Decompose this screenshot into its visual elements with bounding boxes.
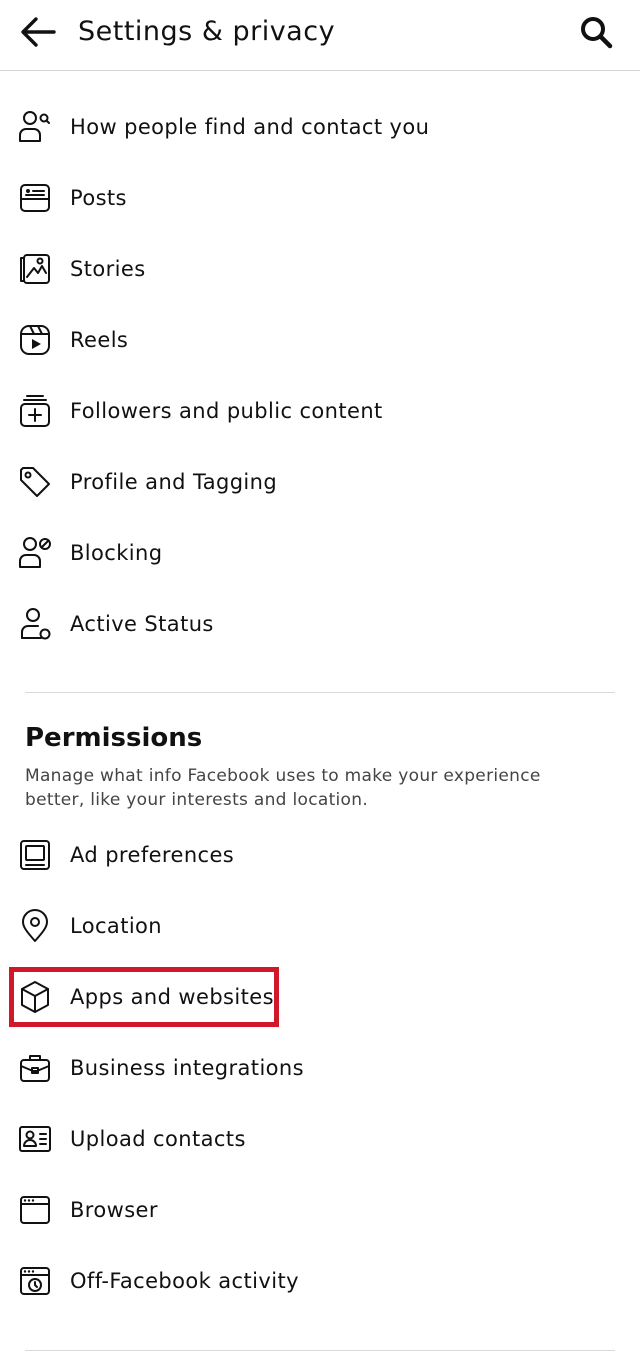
menu-item-label: Location (70, 914, 163, 938)
menu-item-label: Stories (70, 257, 146, 281)
section-title-permissions: Permissions (25, 723, 203, 753)
menu-item-how-people-find[interactable]: How people find and contact you (0, 97, 640, 157)
search-button[interactable] (576, 12, 616, 52)
tag-icon (20, 467, 50, 497)
briefcase-icon (20, 1055, 50, 1082)
menu-item-stories[interactable]: Stories (0, 239, 640, 299)
top-bar: Settings & privacy (0, 0, 640, 71)
active-status-icon (21, 608, 51, 640)
history-browser-icon (20, 1267, 50, 1295)
menu-item-posts[interactable]: Posts (0, 168, 640, 228)
stories-icon (20, 254, 50, 284)
menu-item-active-status[interactable]: Active Status (0, 594, 640, 654)
menu-item-label: Upload contacts (70, 1127, 246, 1151)
contact-icon (19, 111, 50, 142)
page-title: Settings & privacy (78, 16, 336, 47)
reels-icon (20, 325, 50, 355)
menu-item-label: Apps and websites (70, 985, 274, 1009)
menu-item-browser[interactable]: Browser (0, 1180, 640, 1240)
back-arrow-icon (21, 17, 56, 47)
blocking-icon (19, 537, 51, 568)
back-button[interactable] (18, 14, 58, 50)
section-divider (25, 1350, 615, 1351)
menu-item-ad-preferences[interactable]: Ad preferences (0, 825, 640, 885)
menu-item-label: Profile and Tagging (70, 470, 278, 494)
menu-item-location[interactable]: Location (0, 896, 640, 956)
menu-item-label: Followers and public content (70, 399, 383, 423)
menu-item-off-facebook-activity[interactable]: Off-Facebook activity (0, 1251, 640, 1311)
menu-item-blocking[interactable]: Blocking (0, 523, 640, 583)
ad-preferences-icon (20, 840, 50, 870)
menu-item-label: Business integrations (70, 1056, 304, 1080)
posts-icon (20, 184, 50, 212)
menu-item-apps-websites[interactable]: Apps and websites (0, 967, 640, 1027)
menu-item-label: Ad preferences (70, 843, 235, 867)
followers-icon (20, 395, 50, 427)
menu-item-upload-contacts[interactable]: Upload contacts (0, 1109, 640, 1169)
browser-icon (20, 1196, 50, 1224)
contact-card-icon (19, 1126, 51, 1152)
location-pin-icon (22, 909, 48, 942)
search-icon (581, 17, 613, 49)
menu-item-label: Reels (70, 328, 129, 352)
menu-item-business-integrations[interactable]: Business integrations (0, 1038, 640, 1098)
menu-item-label: Active Status (70, 612, 214, 636)
cube-icon (21, 981, 49, 1013)
menu-item-label: Off-Facebook activity (70, 1269, 299, 1293)
section-divider (25, 692, 615, 693)
menu-item-label: Posts (70, 186, 127, 210)
menu-item-reels[interactable]: Reels (0, 310, 640, 370)
section-description: Manage what info Facebook uses to make y… (25, 766, 541, 810)
menu-item-label: Browser (70, 1198, 158, 1222)
menu-item-followers[interactable]: Followers and public content (0, 381, 640, 441)
menu-item-profile-tagging[interactable]: Profile and Tagging (0, 452, 640, 512)
menu-item-label: How people find and contact you (70, 115, 430, 139)
menu-item-label: Blocking (70, 541, 163, 565)
